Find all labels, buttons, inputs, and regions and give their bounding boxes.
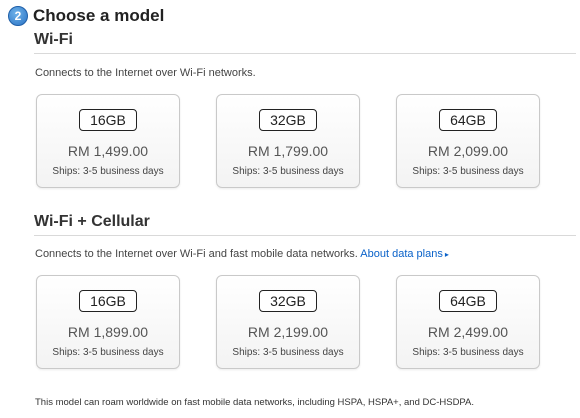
model-option-cellular-64gb[interactable]: 64GB RM 2,499.00 Ships: 3-5 business day… (396, 275, 540, 369)
price-label: RM 2,099.00 (427, 143, 509, 159)
model-option-wifi-64gb[interactable]: 64GB RM 2,099.00 Ships: 3-5 business day… (396, 94, 540, 188)
price-label: RM 1,499.00 (67, 143, 149, 159)
step-number-badge: 2 (8, 6, 28, 26)
wifi-description: Connects to the Internet over Wi-Fi netw… (35, 67, 256, 79)
model-option-wifi-16gb[interactable]: 16GB RM 1,499.00 Ships: 3-5 business day… (36, 94, 180, 188)
cellular-description: Connects to the Internet over Wi-Fi and … (35, 248, 358, 260)
step-header: 2 Choose a model (8, 6, 164, 26)
step-title: Choose a model (33, 6, 165, 25)
price-label: RM 1,799.00 (247, 143, 329, 159)
price-label: RM 2,199.00 (247, 324, 329, 340)
cellular-divider (34, 235, 576, 236)
cellular-section-title: Wi-Fi + Cellular (34, 213, 150, 230)
shipping-label: Ships: 3-5 business days (412, 347, 524, 358)
capacity-label: 32GB (259, 109, 317, 131)
wifi-divider (34, 53, 576, 54)
price-label: RM 2,499.00 (427, 324, 509, 340)
about-data-plans-link[interactable]: About data plans ▸ (360, 248, 449, 260)
chevron-right-icon: ▸ (444, 250, 449, 259)
model-option-cellular-16gb[interactable]: 16GB RM 1,899.00 Ships: 3-5 business day… (36, 275, 180, 369)
model-option-cellular-32gb[interactable]: 32GB RM 2,199.00 Ships: 3-5 business day… (216, 275, 360, 369)
cellular-description-row: Connects to the Internet over Wi-Fi and … (35, 248, 449, 260)
shipping-label: Ships: 3-5 business days (412, 166, 524, 177)
shipping-label: Ships: 3-5 business days (52, 347, 164, 358)
capacity-label: 64GB (439, 109, 497, 131)
capacity-label: 64GB (439, 290, 497, 312)
price-label: RM 1,899.00 (67, 324, 149, 340)
capacity-label: 32GB (259, 290, 317, 312)
shipping-label: Ships: 3-5 business days (232, 347, 344, 358)
shipping-label: Ships: 3-5 business days (52, 166, 164, 177)
model-option-wifi-32gb[interactable]: 32GB RM 1,799.00 Ships: 3-5 business day… (216, 94, 360, 188)
capacity-label: 16GB (79, 290, 137, 312)
capacity-label: 16GB (79, 109, 137, 131)
wifi-section-title: Wi-Fi (34, 31, 73, 48)
roaming-footnote: This model can roam worldwide on fast mo… (35, 397, 475, 408)
shipping-label: Ships: 3-5 business days (232, 166, 344, 177)
